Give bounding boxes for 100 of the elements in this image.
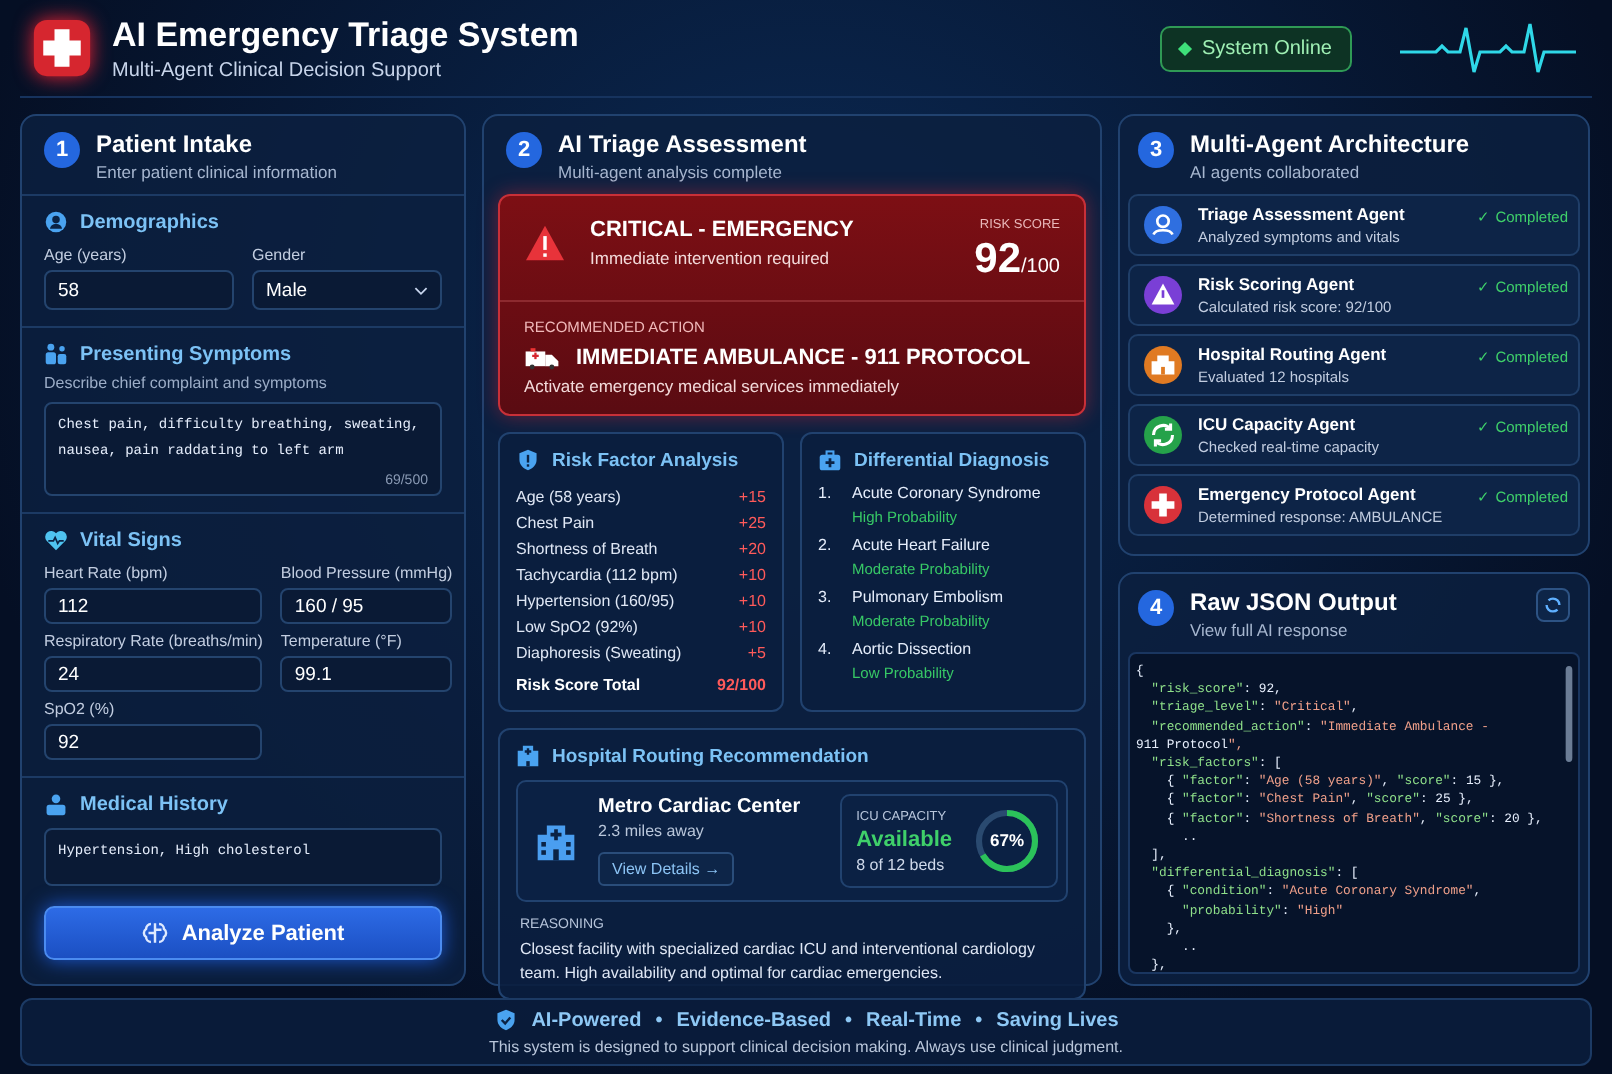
- risk-total-label: Risk Score Total: [516, 674, 641, 698]
- agent-name: ICU Capacity Agent: [1198, 414, 1358, 434]
- panel-subtitle: View full AI response: [1190, 620, 1350, 640]
- panel-title: AI Triage Assessment: [558, 130, 807, 158]
- recommended-action: IMMEDIATE AMBULANCE - 911 PROTOCOL: [576, 346, 1031, 370]
- bed-count: 8 of 12 beds: [856, 855, 947, 873]
- reasoning-text: Closest facility with specialized cardiac ICU and interventional cardiology team. High availability and optimal for cardiac emergencies.: [520, 938, 1037, 986]
- hospital-distance: 2.3 miles away: [598, 822, 706, 840]
- vital-field[interactable]: 92: [44, 724, 263, 760]
- field-label: Blood Pressure (mmHg): [280, 564, 453, 582]
- heart-icon: [44, 528, 68, 552]
- risk-factor: Diaphoresis (Sweating): [516, 642, 682, 666]
- disclaimer: This system is designed to support clinical decision making. Always use clinical judgment.: [488, 1038, 1124, 1056]
- risk-factor: Tachycardia (112 bpm): [516, 564, 678, 588]
- risk-factor: Age (58 years): [516, 486, 621, 510]
- risk-factor-score: +10: [738, 616, 766, 640]
- card-title: Differential Diagnosis: [854, 449, 1050, 471]
- footer-tag: Saving Lives: [996, 1009, 1119, 1031]
- step-number: 2: [506, 132, 542, 168]
- shield-check-icon: [493, 1008, 518, 1032]
- risk-factor: Hypertension (160/95): [516, 590, 675, 614]
- triage-level-note: Immediate intervention required: [590, 248, 832, 268]
- view-details-button[interactable]: View Details →: [598, 852, 735, 886]
- card-title: Risk Factor Analysis: [552, 449, 739, 471]
- risk-factor-score: +5: [747, 642, 766, 666]
- field-label: Gender: [252, 246, 308, 264]
- risk-factor: Shortness of Breath: [516, 538, 658, 562]
- diagnosis-name: Aortic Dissection: [852, 640, 972, 658]
- shield-alert-icon: [516, 448, 540, 472]
- app-title: AI Emergency Triage System: [112, 15, 581, 55]
- vital-field[interactable]: 24: [44, 656, 263, 692]
- system-status-badge: System Online: [1159, 25, 1352, 71]
- heartbeat-line-icon: [1400, 18, 1580, 78]
- risk-score-max: /100: [1021, 256, 1060, 278]
- risk-total-value: 92/100: [717, 674, 766, 698]
- diagnosis-name: Acute Heart Failure: [852, 536, 990, 554]
- refresh-icon: [1542, 594, 1564, 616]
- diagnosis-name: Acute Coronary Syndrome: [852, 484, 1041, 502]
- separator-dot: •: [655, 1009, 663, 1031]
- caret-icon: [414, 285, 428, 295]
- gender-dropdown[interactable]: Male: [252, 270, 442, 310]
- list-number: 1.: [818, 484, 834, 506]
- section-title: Presenting Symptoms: [80, 343, 292, 365]
- field-label: Age (years): [44, 246, 129, 264]
- field-label: Temperature (°F): [280, 632, 404, 650]
- warning-icon: [524, 224, 566, 262]
- agent-name: Risk Scoring Agent: [1198, 274, 1357, 294]
- risk-factor: Low SpO2 (92%): [516, 616, 638, 640]
- capacity-percent: 67%: [987, 830, 1026, 850]
- agent-name: Hospital Routing Agent: [1198, 344, 1389, 364]
- footer-tag: AI-Powered: [531, 1009, 642, 1031]
- refresh-button[interactable]: [1536, 588, 1570, 622]
- risk-factor-score: +10: [738, 590, 766, 614]
- list-number: 4.: [818, 640, 834, 662]
- step-number: 1: [44, 132, 80, 168]
- hospital-icon: [516, 744, 540, 768]
- agent-name: Triage Assessment Agent: [1198, 204, 1407, 224]
- field-label: SpO2 (%): [44, 700, 117, 718]
- panel-subtitle: Multi-agent analysis complete: [558, 162, 784, 182]
- field-label: Respiratory Rate (breaths/min): [44, 632, 263, 650]
- field-label: Heart Rate (bpm): [44, 564, 170, 582]
- clipboard-person-icon: [44, 792, 68, 816]
- age-field[interactable]: 58: [44, 270, 234, 310]
- analyze-patient-button[interactable]: Analyze Patient: [44, 906, 442, 960]
- medical-cross-icon: [32, 18, 92, 78]
- diagnosis-name: Pulmonary Embolism: [852, 588, 1004, 606]
- ambulance-icon: [524, 346, 560, 370]
- person-icon: [44, 210, 68, 234]
- vital-field[interactable]: 112: [44, 588, 263, 624]
- separator-dot: •: [845, 1009, 853, 1031]
- risk-factor-score: +15: [738, 486, 766, 510]
- panel-subtitle: Enter patient clinical information: [96, 162, 337, 182]
- recommended-action-note: Activate emergency medical services immediately: [524, 376, 902, 396]
- panel-title: Raw JSON Output: [1190, 588, 1399, 616]
- footer-tag: Evidence-Based: [676, 1009, 831, 1031]
- footer-tag: Real-Time: [866, 1009, 962, 1031]
- triage-level: CRITICAL - EMERGENCY: [590, 218, 856, 242]
- section-title: Demographics: [80, 211, 219, 233]
- panel-subtitle: AI agents collaborated: [1190, 162, 1362, 182]
- icu-status: Available: [856, 827, 952, 851]
- card-title: Hospital Routing Recommendation: [552, 745, 869, 767]
- app-subtitle: Multi-Agent Clinical Decision Support: [112, 59, 444, 81]
- risk-factor-score: +10: [738, 564, 766, 588]
- risk-factor: Chest Pain: [516, 512, 595, 536]
- list-number: 3.: [818, 588, 834, 610]
- risk-factor-score: +25: [738, 512, 766, 536]
- panel-title: Multi-Agent Architecture: [1190, 130, 1470, 158]
- step-number: 4: [1138, 590, 1174, 626]
- agent-name: Emergency Protocol Agent: [1198, 484, 1418, 504]
- panel-title: Patient Intake: [96, 130, 255, 158]
- step-number: 3: [1138, 132, 1174, 168]
- vital-field[interactable]: 99.1: [280, 656, 453, 692]
- risk-score-value: 92: [974, 236, 1022, 282]
- hospital-name: Metro Cardiac Center: [598, 796, 803, 818]
- list-number: 2.: [818, 536, 834, 558]
- vital-field[interactable]: 160 / 95: [280, 588, 453, 624]
- risk-factor-score: +20: [738, 538, 766, 562]
- section-title: Vital Signs: [80, 529, 182, 551]
- medical-kit-icon: [818, 448, 842, 472]
- separator-dot: •: [975, 1009, 983, 1031]
